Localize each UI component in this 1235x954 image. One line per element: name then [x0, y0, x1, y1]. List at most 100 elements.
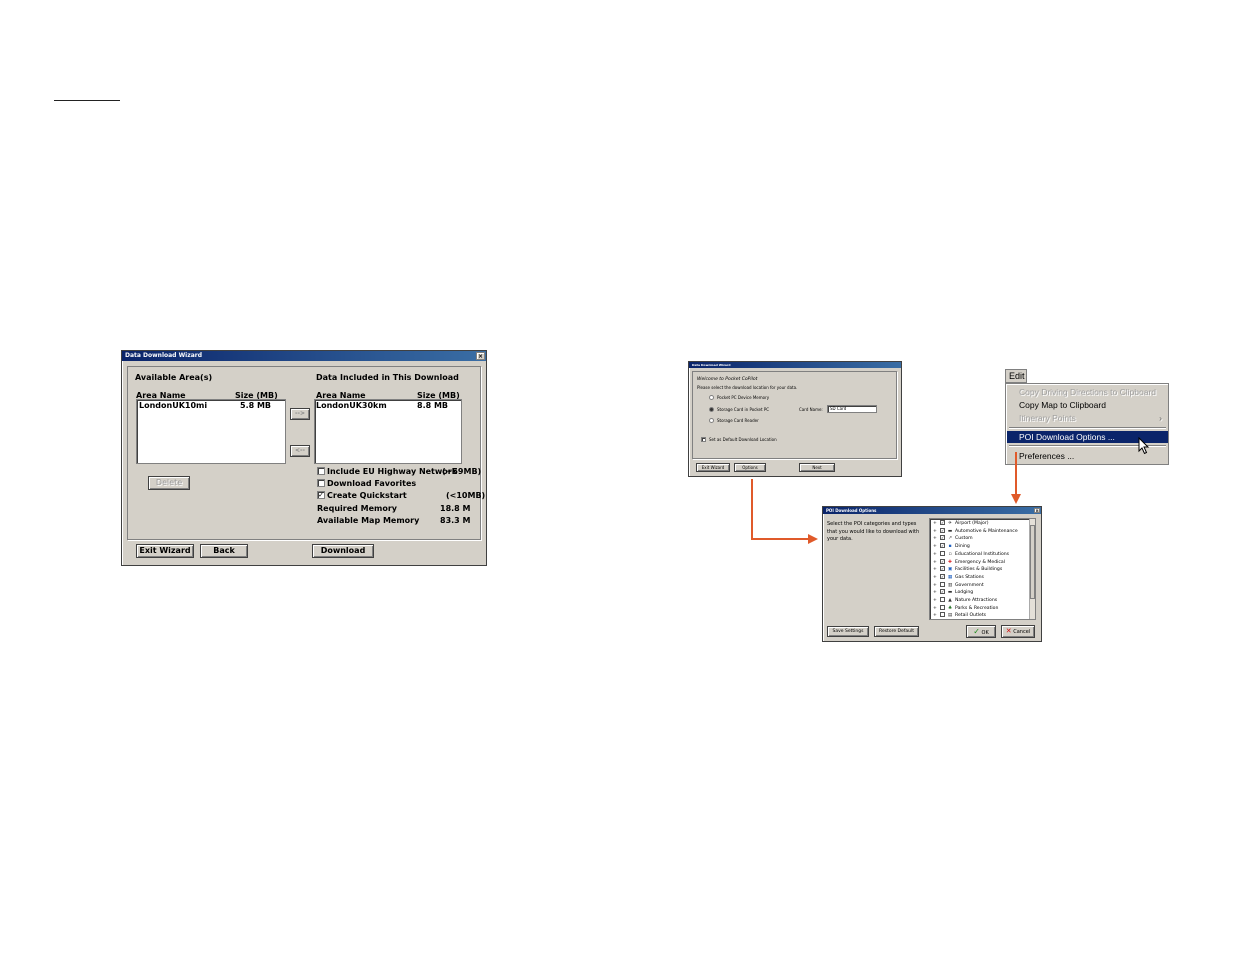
category-checkbox[interactable]: [940, 612, 945, 618]
tree-row[interactable]: + ▤ Retail Outlets: [933, 612, 986, 619]
category-label: Emergency & Medical: [955, 559, 1006, 565]
scrollbar-thumb[interactable]: [1030, 525, 1035, 599]
category-checkbox[interactable]: [940, 550, 945, 556]
category-checkbox[interactable]: ✓: [940, 566, 945, 572]
download-button[interactable]: Download: [312, 544, 374, 558]
tree-row[interactable]: + ♣ Parks & Recreation: [933, 604, 999, 613]
edit-menu-title[interactable]: Edit: [1005, 369, 1027, 383]
location-options-button[interactable]: Options: [734, 463, 766, 472]
exit-wizard-button[interactable]: Exit Wizard: [136, 544, 194, 558]
category-label: Lodging: [955, 590, 974, 596]
tree-row[interactable]: + ✓ ↗ Custom: [933, 535, 973, 543]
poi-description: Select the POI categories and types that…: [827, 521, 920, 542]
storage-card-radio[interactable]: [709, 407, 714, 412]
tree-row[interactable]: + ▥ Government: [933, 581, 984, 590]
ok-button[interactable]: ✓ OK: [966, 625, 996, 638]
card-name-label: Card Name:: [799, 407, 823, 412]
connector-arrow-left: [751, 479, 753, 540]
back-button[interactable]: Back: [200, 544, 248, 558]
expand-icon[interactable]: +: [933, 543, 940, 551]
favorites-label: Download Favorites: [327, 479, 417, 488]
poi-titlebar: POI Download Options ×: [823, 507, 1041, 514]
tree-row[interactable]: + ✓ ▬ Automotive & Maintenance: [933, 527, 1018, 536]
category-checkbox[interactable]: ✓: [940, 589, 945, 595]
category-checkbox[interactable]: ✓: [940, 520, 945, 525]
expand-icon[interactable]: +: [933, 574, 940, 582]
category-checkbox[interactable]: [940, 581, 945, 587]
add-area-button[interactable]: -->: [290, 408, 310, 420]
expand-icon[interactable]: +: [933, 520, 940, 528]
tree-row[interactable]: + ✓ ▬ Lodging: [933, 589, 973, 597]
arrowhead-right-icon: [808, 534, 818, 544]
category-label: Government: [955, 582, 984, 588]
favorites-checkbox[interactable]: [317, 479, 325, 487]
expand-icon[interactable]: +: [933, 612, 940, 619]
category-checkbox[interactable]: ✓: [940, 527, 945, 533]
menu-item-copy-map[interactable]: Copy Map to Clipboard: [1007, 399, 1168, 411]
device-memory-radio[interactable]: [709, 395, 714, 400]
included-areas-list[interactable]: LondonUK30km 8.8 MB: [314, 399, 462, 464]
poi-category-tree[interactable]: + ✓ ✈ Airport (Major) + ✓ ▬ Automotive & Mainte…: [929, 518, 1036, 620]
delete-button[interactable]: Delete: [148, 476, 190, 490]
expand-icon[interactable]: +: [933, 589, 940, 597]
expand-icon[interactable]: +: [933, 582, 940, 590]
list-item[interactable]: LondonUK30km 8.8 MB: [316, 401, 456, 410]
category-checkbox[interactable]: ✓: [940, 558, 945, 564]
card-name-select[interactable]: SD Card: [827, 405, 877, 413]
category-checkbox[interactable]: [940, 604, 945, 610]
tree-row[interactable]: + ▲ Nature Attractions: [933, 597, 997, 605]
category-checkbox[interactable]: ✓: [940, 535, 945, 541]
highway-size: (~59MB): [442, 467, 482, 476]
location-next-button[interactable]: Next: [799, 463, 835, 472]
card-reader-label: Storage Card Reader: [717, 418, 759, 423]
category-label: Dining: [955, 544, 970, 550]
close-icon[interactable]: ×: [1034, 508, 1040, 513]
government-icon: ▥: [947, 582, 953, 588]
menu-item-itinerary-points[interactable]: Itinerary Points ›: [1007, 412, 1168, 424]
category-checkbox[interactable]: ✓: [940, 573, 945, 579]
tree-row[interactable]: + ✓ ✚ Emergency & Medical: [933, 558, 1006, 567]
cancel-button[interactable]: ✕ Cancel: [1001, 625, 1035, 638]
available-areas-list[interactable]: LondonUK10mi 5.8 MB: [136, 399, 286, 464]
tree-row[interactable]: + ✓ ✈ Airport (Major): [933, 520, 989, 528]
expand-icon[interactable]: +: [933, 605, 940, 613]
tree-row[interactable]: + ✓ ▪ Dining: [933, 543, 970, 551]
default-location-checkbox[interactable]: [701, 437, 706, 442]
available-memory-label: Available Map Memory: [317, 516, 420, 525]
expand-icon[interactable]: +: [933, 597, 940, 605]
tree-row[interactable]: + ▫ Educational Institutions: [933, 550, 1009, 559]
category-checkbox[interactable]: ✓: [940, 543, 945, 549]
poi-title: POI Download Options: [826, 508, 877, 513]
expand-icon[interactable]: +: [933, 551, 940, 559]
tree-scrollbar[interactable]: [1029, 519, 1035, 619]
wizard-title: Data Download Wizard: [125, 352, 203, 359]
quickstart-size: (<10MB): [446, 491, 486, 500]
category-label: Parks & Recreation: [955, 605, 999, 611]
tree-row[interactable]: + ✓ ▣ Facilities & Buildings: [933, 566, 1002, 574]
category-checkbox[interactable]: [940, 597, 945, 602]
quickstart-checkbox[interactable]: ✓: [317, 491, 325, 499]
expand-icon[interactable]: +: [933, 528, 940, 536]
expand-icon[interactable]: +: [933, 535, 940, 543]
close-icon[interactable]: ×: [476, 352, 485, 360]
list-item[interactable]: LondonUK10mi 5.8 MB: [139, 401, 279, 410]
header-rule: [54, 100, 120, 101]
save-settings-button[interactable]: Save Settings: [827, 626, 869, 637]
menu-item-copy-directions[interactable]: Copy Driving Directions to Clipboard: [1007, 386, 1168, 398]
data-download-wizard-window: Data Download Wizard × Available Area(s)…: [121, 350, 487, 566]
expand-icon[interactable]: +: [933, 566, 940, 574]
restore-default-button[interactable]: Restore Default: [874, 626, 919, 637]
expand-icon[interactable]: +: [933, 559, 940, 567]
storage-card-label: Storage Card in Pocket PC: [717, 407, 770, 412]
tree-row[interactable]: + ✓ ▦ Gas Stations: [933, 573, 984, 582]
card-reader-radio[interactable]: [709, 418, 714, 423]
wizard-titlebar: Data Download Wizard ×: [122, 351, 486, 361]
arrowhead-down-icon: [1011, 494, 1021, 504]
building-icon: ▣: [947, 567, 953, 573]
highway-checkbox[interactable]: [317, 467, 325, 475]
category-label: Facilities & Buildings: [955, 567, 1003, 573]
location-exit-button[interactable]: Exit Wizard: [696, 463, 730, 472]
remove-area-button[interactable]: <--: [290, 445, 310, 457]
plane-icon: ✈: [948, 521, 952, 526]
category-label: Nature Attractions: [955, 598, 998, 603]
